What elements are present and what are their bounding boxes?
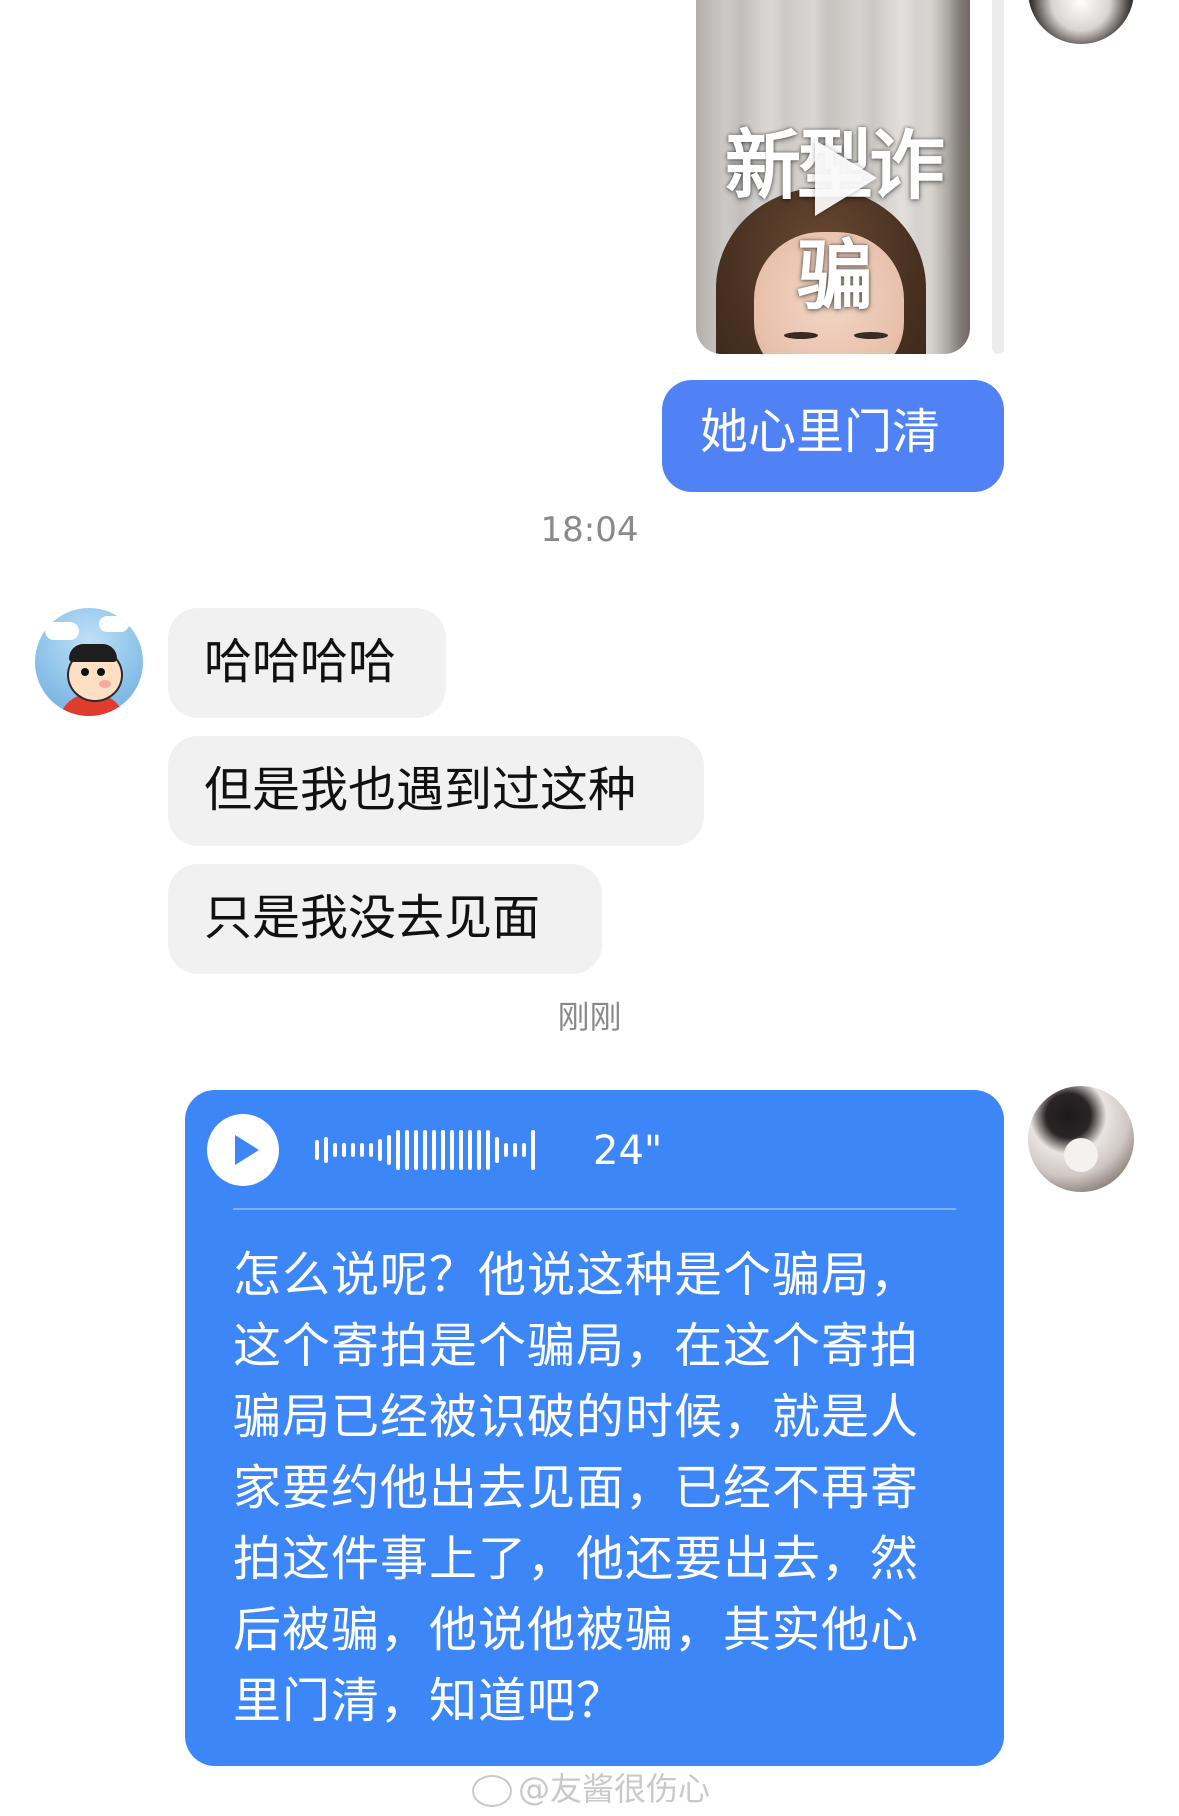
waveform-bar xyxy=(351,1143,355,1157)
transcript-line: 里门清，知道吧？ xyxy=(233,1673,626,1729)
waveform-bar xyxy=(369,1143,373,1157)
waveform-bar xyxy=(504,1143,508,1157)
waveform-bar xyxy=(414,1130,418,1170)
avatar-self[interactable] xyxy=(1028,0,1134,44)
message-text: 哈哈哈哈 xyxy=(204,634,397,690)
voice-divider xyxy=(233,1208,956,1210)
voice-waveform xyxy=(315,1120,555,1180)
video-person-eye xyxy=(854,332,888,339)
weibo-icon xyxy=(472,1775,512,1807)
incoming-message-bubble[interactable]: 哈哈哈哈 xyxy=(168,608,446,718)
transcript-line: 拍这件事上了，他还要出去，然 xyxy=(233,1531,920,1587)
voice-message-bubble[interactable]: 24" 怎么说呢？他说这种是个骗局， 这个寄拍是个骗局，在这个寄拍 骗局已经被识… xyxy=(185,1090,1004,1766)
avatar-character-hair xyxy=(69,644,117,662)
avatar-cloud xyxy=(45,622,79,640)
waveform-bar xyxy=(396,1130,400,1170)
incoming-message-bubble[interactable]: 只是我没去见面 xyxy=(168,864,602,974)
waveform-bar xyxy=(450,1130,454,1170)
message-timestamp: 18:04 xyxy=(540,510,639,550)
waveform-bar xyxy=(360,1143,364,1157)
waveform-bar xyxy=(441,1130,445,1170)
outgoing-message-bubble[interactable]: 她心里门清 xyxy=(662,380,1004,492)
transcript-line: 骗局已经被识破的时候，就是人 xyxy=(233,1389,920,1445)
message-text: 她心里门清 xyxy=(700,404,941,460)
avatar-character-eye xyxy=(97,668,105,676)
waveform-bar xyxy=(531,1130,535,1170)
waveform-bar xyxy=(495,1137,499,1163)
video-scroll-indicator xyxy=(992,0,1004,354)
waveform-bar xyxy=(459,1130,463,1170)
incoming-message-bubble[interactable]: 但是我也遇到过这种 xyxy=(168,736,704,846)
avatar-cloud xyxy=(99,616,129,632)
avatar-pet xyxy=(1064,1138,1098,1172)
waveform-bar xyxy=(342,1143,346,1157)
voice-play-button[interactable] xyxy=(207,1114,279,1186)
avatar-friend[interactable] xyxy=(35,608,143,716)
waveform-bar xyxy=(423,1130,427,1170)
waveform-bar xyxy=(468,1130,472,1170)
waveform-bar xyxy=(333,1143,337,1157)
message-text: 但是我也遇到过这种 xyxy=(204,762,637,818)
transcript-line: 怎么说呢？他说这种是个骗局， xyxy=(233,1247,920,1303)
waveform-bar xyxy=(486,1130,490,1170)
watermark-text: @友酱很伤心 xyxy=(518,1770,711,1808)
transcript-line: 家要约他出去见面，已经不再寄 xyxy=(233,1460,920,1516)
waveform-bar xyxy=(477,1130,481,1170)
play-icon xyxy=(235,1135,259,1165)
waveform-bar xyxy=(387,1135,391,1165)
watermark: @友酱很伤心 xyxy=(472,1764,710,1810)
waveform-bar xyxy=(405,1130,409,1170)
voice-transcript: 怎么说呢？他说这种是个骗局， 这个寄拍是个骗局，在这个寄拍 骗局已经被识破的时候… xyxy=(233,1240,963,1737)
play-icon[interactable] xyxy=(815,140,877,216)
transcript-line: 这个寄拍是个骗局，在这个寄拍 xyxy=(233,1318,920,1374)
waveform-bar xyxy=(324,1137,328,1163)
voice-duration: 24" xyxy=(593,1128,663,1174)
message-text: 只是我没去见面 xyxy=(204,890,541,946)
video-person-eye xyxy=(784,332,818,339)
waveform-bar xyxy=(513,1143,517,1157)
waveform-bar xyxy=(522,1143,526,1157)
waveform-bar xyxy=(315,1140,319,1160)
avatar-character-eye xyxy=(81,668,89,676)
transcript-line: 后被骗，他说他被骗，其实他心 xyxy=(233,1602,920,1658)
waveform-bar xyxy=(432,1130,436,1170)
video-message-thumbnail[interactable]: 新型诈骗 xyxy=(696,0,970,354)
avatar-self[interactable] xyxy=(1028,1086,1134,1192)
waveform-bar xyxy=(378,1139,382,1161)
message-timestamp: 刚刚 xyxy=(557,998,622,1036)
avatar-character-cheek xyxy=(99,680,111,688)
